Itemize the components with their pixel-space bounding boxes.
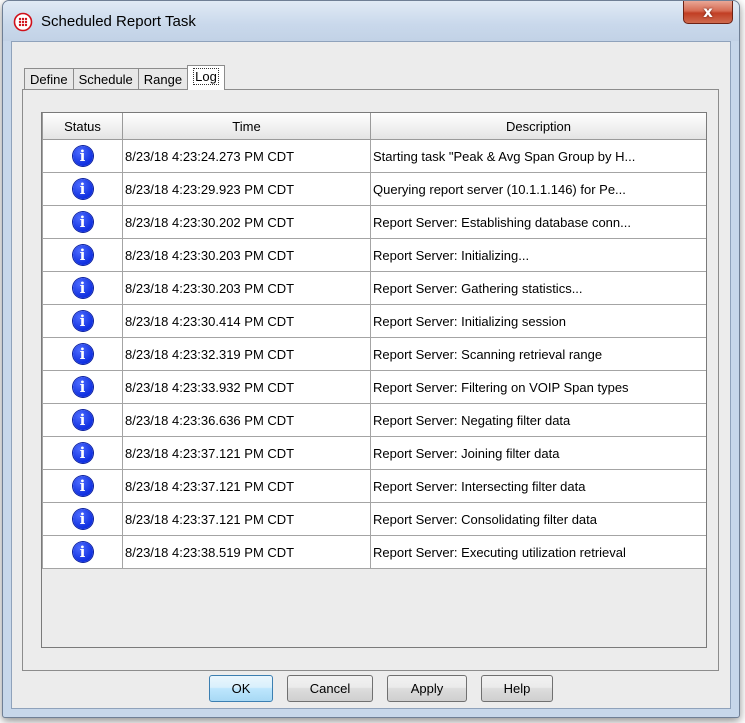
- description-cell: Report Server: Intersecting filter data: [370, 469, 706, 503]
- time-cell: 8/23/18 4:23:37.121 PM CDT: [122, 469, 371, 503]
- table-row[interactable]: i 8/23/18 4:23:33.932 PM CDT Report Serv…: [42, 370, 706, 404]
- info-icon: i: [72, 542, 93, 562]
- tab-label: Log: [193, 68, 219, 85]
- description-cell: Starting task "Peak & Avg Span Group by …: [370, 139, 706, 173]
- status-cell: i: [42, 469, 123, 503]
- status-cell: i: [42, 436, 123, 470]
- ok-button[interactable]: OK: [209, 675, 273, 702]
- status-cell: i: [42, 304, 123, 338]
- column-header-status[interactable]: Status: [42, 113, 123, 140]
- time-cell: 8/23/18 4:23:30.202 PM CDT: [122, 205, 371, 239]
- time-cell: 8/23/18 4:23:29.923 PM CDT: [122, 172, 371, 206]
- info-icon: i: [72, 245, 93, 265]
- time-cell: 8/23/18 4:23:30.203 PM CDT: [122, 238, 371, 272]
- table-row[interactable]: i 8/23/18 4:23:37.121 PM CDT Report Serv…: [42, 502, 706, 536]
- info-icon: i: [72, 146, 93, 166]
- log-table: Status Time Description i 8/23/18 4:23:2…: [42, 113, 706, 569]
- tab-label: Range: [143, 72, 183, 87]
- table-row[interactable]: i 8/23/18 4:23:30.203 PM CDT Report Serv…: [42, 271, 706, 305]
- table-row[interactable]: i 8/23/18 4:23:37.121 PM CDT Report Serv…: [42, 469, 706, 503]
- status-cell: i: [42, 271, 123, 305]
- table-header-row: Status Time Description: [42, 113, 706, 140]
- close-icon: x: [703, 3, 713, 21]
- status-cell: i: [42, 403, 123, 437]
- column-header-description[interactable]: Description: [370, 113, 706, 140]
- info-icon: i: [72, 278, 93, 298]
- column-header-time[interactable]: Time: [122, 113, 371, 140]
- app-logo-icon: [13, 12, 33, 32]
- description-cell: Report Server: Negating filter data: [370, 403, 706, 437]
- description-cell: Report Server: Initializing...: [370, 238, 706, 272]
- description-cell: Report Server: Establishing database con…: [370, 205, 706, 239]
- tab-define[interactable]: Define: [24, 68, 74, 90]
- description-cell: Report Server: Consolidating filter data: [370, 502, 706, 536]
- info-icon: i: [72, 179, 93, 199]
- cancel-button[interactable]: Cancel: [287, 675, 373, 702]
- status-cell: i: [42, 205, 123, 239]
- status-cell: i: [42, 172, 123, 206]
- time-cell: 8/23/18 4:23:30.414 PM CDT: [122, 304, 371, 338]
- info-icon: i: [72, 476, 93, 496]
- table-row[interactable]: i 8/23/18 4:23:38.519 PM CDT Report Serv…: [42, 535, 706, 569]
- time-cell: 8/23/18 4:23:30.203 PM CDT: [122, 271, 371, 305]
- title-bar[interactable]: Scheduled Report Task x: [3, 1, 739, 41]
- close-button[interactable]: x: [683, 1, 733, 24]
- table-row[interactable]: i 8/23/18 4:23:30.202 PM CDT Report Serv…: [42, 205, 706, 239]
- description-cell: Report Server: Initializing session: [370, 304, 706, 338]
- dialog-window: Scheduled Report Task x Define Schedule …: [2, 0, 740, 718]
- time-cell: 8/23/18 4:23:24.273 PM CDT: [122, 139, 371, 173]
- tab-strip: Define Schedule Range Log: [24, 65, 225, 90]
- description-cell: Report Server: Joining filter data: [370, 436, 706, 470]
- table-row[interactable]: i 8/23/18 4:23:30.203 PM CDT Report Serv…: [42, 238, 706, 272]
- info-icon: i: [72, 311, 93, 331]
- description-cell: Report Server: Executing utilization ret…: [370, 535, 706, 569]
- dialog-content: Define Schedule Range Log Status Time De…: [11, 41, 731, 709]
- status-cell: i: [42, 535, 123, 569]
- dialog-button-bar: OK Cancel Apply Help: [12, 675, 730, 703]
- window-title: Scheduled Report Task: [41, 13, 196, 30]
- info-icon: i: [72, 377, 93, 397]
- tab-schedule[interactable]: Schedule: [72, 68, 139, 90]
- info-icon: i: [72, 344, 93, 364]
- status-cell: i: [42, 139, 123, 173]
- log-tab-panel: Status Time Description i 8/23/18 4:23:2…: [22, 89, 719, 671]
- status-cell: i: [42, 238, 123, 272]
- description-cell: Querying report server (10.1.1.146) for …: [370, 172, 706, 206]
- table-row[interactable]: i 8/23/18 4:23:30.414 PM CDT Report Serv…: [42, 304, 706, 338]
- table-row[interactable]: i 8/23/18 4:23:37.121 PM CDT Report Serv…: [42, 436, 706, 470]
- table-row[interactable]: i 8/23/18 4:23:29.923 PM CDT Querying re…: [42, 172, 706, 206]
- tab-range[interactable]: Range: [137, 68, 189, 90]
- time-cell: 8/23/18 4:23:38.519 PM CDT: [122, 535, 371, 569]
- info-icon: i: [72, 443, 93, 463]
- time-cell: 8/23/18 4:23:33.932 PM CDT: [122, 370, 371, 404]
- help-button[interactable]: Help: [481, 675, 553, 702]
- time-cell: 8/23/18 4:23:36.636 PM CDT: [122, 403, 371, 437]
- time-cell: 8/23/18 4:23:37.121 PM CDT: [122, 502, 371, 536]
- table-row[interactable]: i 8/23/18 4:23:32.319 PM CDT Report Serv…: [42, 337, 706, 371]
- info-icon: i: [72, 410, 93, 430]
- status-cell: i: [42, 337, 123, 371]
- description-cell: Report Server: Scanning retrieval range: [370, 337, 706, 371]
- description-cell: Report Server: Gathering statistics...: [370, 271, 706, 305]
- info-icon: i: [72, 212, 93, 232]
- tab-label: Schedule: [78, 72, 133, 87]
- status-cell: i: [42, 502, 123, 536]
- tab-label: Define: [30, 72, 68, 87]
- tab-log[interactable]: Log: [187, 65, 225, 90]
- log-table-container[interactable]: Status Time Description i 8/23/18 4:23:2…: [41, 112, 707, 648]
- table-row[interactable]: i 8/23/18 4:23:36.636 PM CDT Report Serv…: [42, 403, 706, 437]
- time-cell: 8/23/18 4:23:37.121 PM CDT: [122, 436, 371, 470]
- apply-button[interactable]: Apply: [387, 675, 467, 702]
- info-icon: i: [72, 509, 93, 529]
- description-cell: Report Server: Filtering on VOIP Span ty…: [370, 370, 706, 404]
- table-row[interactable]: i 8/23/18 4:23:24.273 PM CDT Starting ta…: [42, 139, 706, 173]
- status-cell: i: [42, 370, 123, 404]
- time-cell: 8/23/18 4:23:32.319 PM CDT: [122, 337, 371, 371]
